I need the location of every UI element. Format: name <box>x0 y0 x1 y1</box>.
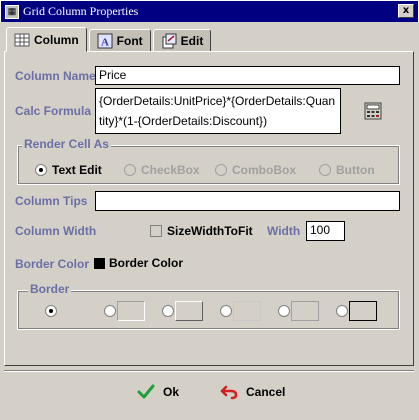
ok-button-label: Ok <box>163 385 180 399</box>
tab-strip: Column A Font Edit <box>6 27 213 52</box>
calculator-icon[interactable] <box>364 102 382 120</box>
footer-separator <box>4 370 414 372</box>
border-option-2-radio[interactable] <box>162 305 174 317</box>
svg-text:A: A <box>101 36 109 48</box>
column-tips-input[interactable] <box>95 191 400 211</box>
border-sample-sunken <box>117 301 145 321</box>
color-swatch <box>94 257 105 269</box>
border-option-5-radio[interactable] <box>336 305 348 317</box>
radio-dot <box>35 164 47 176</box>
border-option-4-radio[interactable] <box>278 305 290 317</box>
border-sample-black <box>349 301 377 321</box>
render-text-edit-label: Text Edit <box>52 163 102 177</box>
font-icon: A <box>97 33 113 48</box>
column-name-input[interactable]: Price <box>95 66 400 85</box>
close-button[interactable]: x <box>398 4 414 18</box>
border-color-button-label: Border Color <box>109 256 184 270</box>
width-label: Width <box>267 224 301 238</box>
render-text-edit-radio[interactable]: Text Edit <box>35 163 102 177</box>
render-combobox-radio[interactable]: ComboBox <box>215 163 296 177</box>
render-combobox-label: ComboBox <box>232 163 296 177</box>
check-icon <box>137 384 155 399</box>
calc-formula-input[interactable]: {OrderDetails:UnitPrice}*{OrderDetails:Q… <box>95 88 341 134</box>
radio-dot <box>319 164 331 176</box>
radio-dot <box>45 305 57 317</box>
render-checkbox-radio[interactable]: CheckBox <box>124 163 200 177</box>
width-input[interactable]: 100 <box>306 221 345 241</box>
render-button-radio[interactable]: Button <box>319 163 375 177</box>
radio-dot <box>278 305 290 317</box>
size-width-to-fit-checkbox[interactable]: SizeWidthToFit <box>150 224 253 238</box>
app-icon: ▦ <box>5 4 19 19</box>
tab-edit-label: Edit <box>180 33 204 48</box>
render-checkbox-label: CheckBox <box>141 163 200 177</box>
radio-dot <box>220 305 232 317</box>
border-sample-line <box>291 301 319 321</box>
calc-formula-label: Calc Formula <box>15 104 92 118</box>
grid-icon <box>14 33 30 46</box>
radio-dot <box>104 305 116 317</box>
border-option-1-radio[interactable] <box>104 305 116 317</box>
cancel-button[interactable]: Cancel <box>220 384 285 400</box>
border-legend: Border <box>28 282 72 296</box>
radio-dot <box>215 164 227 176</box>
checkbox-box <box>150 225 162 237</box>
border-color-button[interactable]: Border Color <box>94 256 183 270</box>
border-color-label: Border Color <box>15 257 90 271</box>
radio-dot <box>124 164 136 176</box>
border-sample-etched <box>233 301 261 321</box>
column-name-label: Column Name <box>15 69 96 83</box>
window-title: Grid Column Properties <box>23 4 139 18</box>
column-tips-label: Column Tips <box>15 194 88 208</box>
tab-column[interactable]: Column <box>6 27 87 52</box>
title-bar: ▦ Grid Column Properties x <box>0 0 419 22</box>
ok-button[interactable]: Ok <box>137 384 179 400</box>
cancel-button-label: Cancel <box>246 385 286 399</box>
edit-icon <box>162 33 177 48</box>
tab-column-label: Column <box>34 32 79 47</box>
radio-dot <box>336 305 348 317</box>
border-option-none-radio[interactable] <box>45 305 57 317</box>
undo-arrow-icon <box>220 385 238 400</box>
tab-edit[interactable]: Edit <box>152 29 212 52</box>
column-width-label: Column Width <box>15 224 97 238</box>
tab-font-label: Font <box>116 33 143 48</box>
border-sample-raised <box>175 301 203 321</box>
tab-font[interactable]: A Font <box>88 29 151 52</box>
render-cell-legend: Render Cell As <box>22 137 111 151</box>
size-width-to-fit-label: SizeWidthToFit <box>167 224 253 238</box>
radio-dot <box>162 305 174 317</box>
border-option-3-radio[interactable] <box>220 305 232 317</box>
render-button-label: Button <box>336 163 375 177</box>
